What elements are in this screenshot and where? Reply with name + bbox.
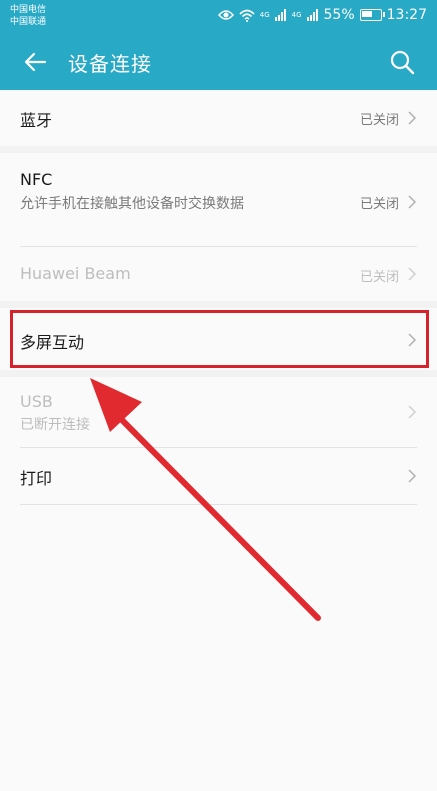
print-row[interactable]: 打印: [0, 448, 437, 504]
battery-icon: [359, 9, 385, 21]
chevron-right-icon: [408, 469, 417, 483]
bluetooth-label: 蓝牙: [20, 111, 53, 130]
carrier-2: 中国联通: [10, 17, 47, 27]
nfc-row[interactable]: NFC 允许手机在接触其他设备时交换数据 已关闭: [0, 153, 437, 245]
usb-description: 已断开连接: [20, 417, 90, 433]
chevron-right-icon: [408, 111, 417, 125]
chevron-right-icon: [408, 195, 417, 209]
bluetooth-card: 蓝牙 已关闭: [0, 90, 437, 146]
usb-label: USB: [20, 392, 53, 411]
nfc-card: NFC 允许手机在接触其他设备时交换数据 已关闭 Huawei Beam 已关闭: [0, 153, 437, 301]
huawei-beam-row: Huawei Beam 已关闭: [0, 247, 437, 301]
print-label: 打印: [20, 469, 53, 488]
nfc-description: 允许手机在接触其他设备时交换数据: [20, 196, 244, 212]
chevron-right-icon: [408, 405, 417, 419]
usb-print-card: USB 已断开连接 打印: [0, 377, 437, 791]
chevron-right-icon: [408, 267, 417, 281]
status-icons: 4G 4G 55% 13:27: [217, 7, 427, 23]
status-bar: 中国电信 中国联通 4G 4G 55% 13:27: [0, 0, 437, 35]
huawei-beam-status: 已关闭: [359, 270, 399, 285]
signal-1-icon: [274, 9, 286, 21]
bluetooth-status: 已关闭: [359, 113, 399, 128]
search-icon[interactable]: [387, 47, 417, 77]
battery-percent: 55%: [323, 7, 355, 23]
eye-icon: [217, 10, 234, 20]
back-arrow-icon[interactable]: [20, 47, 50, 77]
nfc-status: 已关闭: [359, 197, 399, 212]
signal-2-icon: [306, 9, 318, 21]
carrier-names: 中国电信 中国联通: [10, 4, 46, 28]
signal-2-label: 4G: [291, 10, 302, 19]
carrier-1: 中国电信: [10, 5, 47, 15]
wifi-icon: [239, 9, 255, 22]
app-bar: 设备连接: [0, 35, 437, 90]
highlight-box: [10, 310, 429, 368]
bluetooth-row[interactable]: 蓝牙 已关闭: [0, 90, 437, 146]
divider: [20, 504, 417, 505]
battery-fill: [361, 11, 372, 17]
clock: 13:27: [386, 7, 427, 23]
huawei-beam-label: Huawei Beam: [20, 264, 131, 283]
usb-row: USB 已断开连接: [0, 377, 437, 447]
nfc-label: NFC: [20, 170, 53, 189]
page-title: 设备连接: [68, 52, 152, 76]
signal-1-label: 4G: [259, 10, 270, 19]
